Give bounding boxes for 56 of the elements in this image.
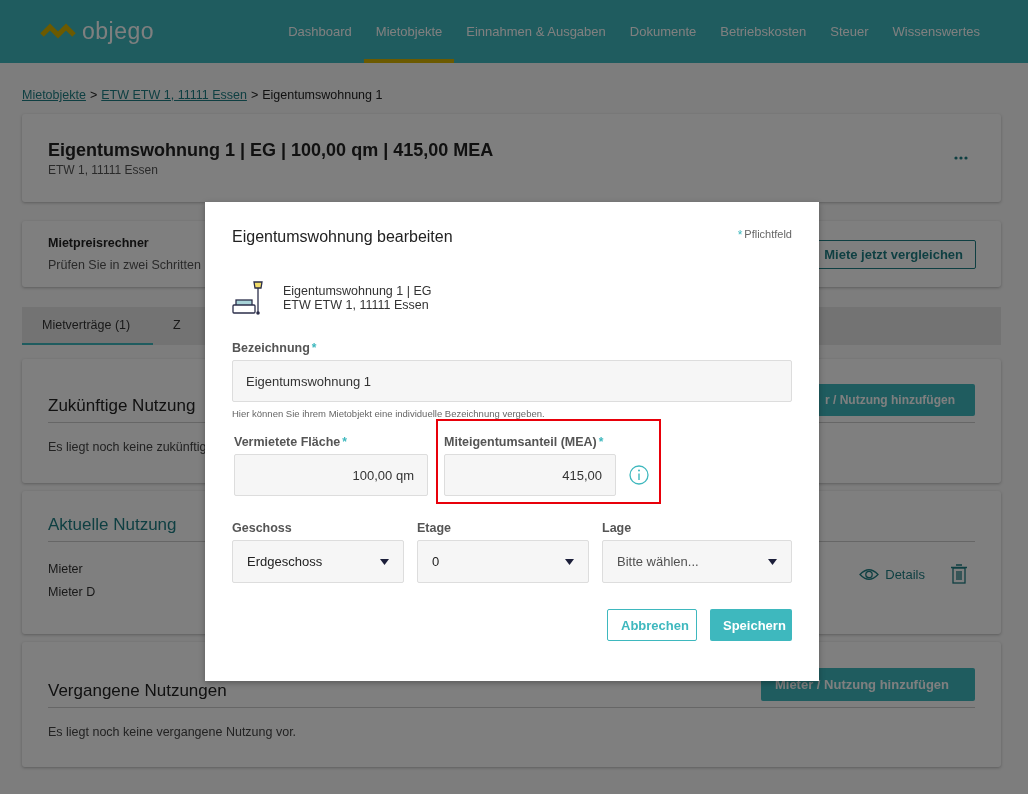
- empty-text: Es liegt noch keine vergangene Nutzung vor.: [48, 725, 297, 739]
- caret-icon: [768, 558, 777, 565]
- nav-link[interactable]: Dashboard: [276, 0, 364, 63]
- input-field[interactable]: 100,00 qm: [234, 454, 428, 496]
- breadcrumb-link[interactable]: ETW ETW 1, 11111 Essen: [101, 88, 247, 102]
- object-name: Eigentumswohnung 1 | EG: [283, 284, 432, 298]
- nav-link[interactable]: Mietobjekte: [363, 0, 455, 63]
- nav-link[interactable]: Dokumente: [617, 0, 709, 63]
- caret-icon: [565, 558, 574, 565]
- more-options-icon[interactable]: [954, 156, 968, 160]
- eye-icon: [859, 567, 880, 581]
- info-icon[interactable]: [629, 465, 649, 485]
- dropdown[interactable]: Bitte wählen...: [602, 540, 792, 583]
- input-field[interactable]: 415,00: [444, 454, 616, 496]
- breadcrumb-separator: >: [250, 88, 259, 102]
- apartment-drawing: [232, 280, 264, 316]
- trash-icon[interactable]: [951, 564, 967, 584]
- nav-link[interactable]: Einnahmen & Ausgaben: [454, 0, 618, 63]
- required-note: Pflichtfeld: [744, 228, 792, 242]
- rent-calculator-text: Prüfen Sie in zwei Schritten: [48, 258, 201, 272]
- field-label: Vermietete Fläche: [234, 435, 341, 449]
- save-button[interactable]: Speichern: [710, 609, 792, 641]
- rent-calculator-title: Mietpreisrechner: [48, 236, 150, 250]
- nav-link[interactable]: Steuer: [818, 0, 881, 63]
- breadcrumb-separator: >: [89, 88, 98, 102]
- logo-text: objego: [82, 18, 155, 45]
- caret-icon: [380, 558, 389, 565]
- input-field[interactable]: Eigentumswohnung 1: [232, 360, 792, 402]
- section-title: Aktuelle Nutzung: [48, 515, 177, 535]
- nav-link[interactable]: Betriebskosten: [708, 0, 819, 63]
- breadcrumb-link[interactable]: Mietobjekte: [22, 88, 86, 102]
- breadcrumb-current: Eigentumswohnung 1: [262, 88, 383, 102]
- property-title: Eigentumswohnung 1 | EG | 100,00 qm | 415,00 MEA: [48, 139, 494, 161]
- property-address: ETW 1, 11111 Essen: [48, 162, 159, 177]
- dialog-title: Eigentumswohnung bearbeiten: [232, 228, 453, 246]
- required-mark: *: [311, 341, 317, 355]
- section-title: Vergangene Nutzungen: [48, 681, 227, 701]
- field-label: Geschoss: [232, 521, 292, 535]
- required-mark: *: [737, 228, 743, 242]
- field-hint: Hier können Sie ihrem Mietobjekt eine individuelle Bezeichnung vergeben.: [232, 408, 546, 419]
- dropdown[interactable]: Erdgeschoss: [232, 540, 404, 583]
- object-address: ETW ETW 1, 11111 Essen: [283, 298, 430, 312]
- cancel-button[interactable]: Abbrechen: [607, 609, 697, 641]
- tenant-name: Mieter D: [48, 585, 96, 599]
- field-label: Etage: [417, 521, 452, 535]
- nav-link[interactable]: Wissenswertes: [880, 0, 992, 63]
- required-mark: *: [598, 435, 604, 449]
- field-label: Lage: [602, 521, 632, 535]
- field-label: Bezeichnung: [232, 341, 310, 355]
- required-mark: *: [342, 435, 347, 449]
- field-label: Miteigentumsanteil (MEA): [444, 435, 597, 449]
- details-link[interactable]: Details: [859, 566, 925, 582]
- tenant-label: Mieter: [48, 562, 84, 576]
- section-title: Zukünftige Nutzung: [48, 396, 196, 416]
- dropdown[interactable]: 0: [417, 540, 589, 583]
- tab[interactable]: Mietverträge (1): [22, 307, 153, 345]
